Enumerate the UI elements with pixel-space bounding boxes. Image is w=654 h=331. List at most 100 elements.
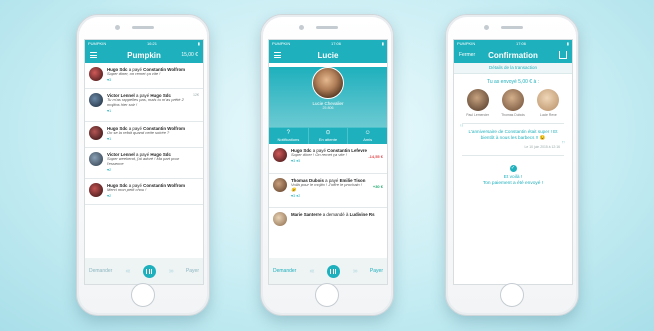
avatar — [89, 126, 103, 140]
payment-message: Merci mon petit chou ! — [107, 187, 147, 193]
sent-amount: Tu as envoyé 5,00 € à : — [486, 79, 540, 85]
balance-label[interactable]: 15,00 € — [181, 52, 198, 58]
feed-item[interactable]: Victor Lennel a payé Hugo Sdc Tu m'as ra… — [85, 89, 203, 122]
menu-icon[interactable] — [274, 52, 281, 58]
quote-text: L'anniversaire de Constantin était super… — [468, 129, 558, 140]
status-time: 17:06 — [516, 41, 527, 46]
feed-item[interactable]: Hugo Sdc a payé Constantin Wolfrom Super… — [85, 63, 203, 89]
success-line-2: Ton paiement a été envoyé ! — [482, 181, 544, 186]
payment-quote: “ L'anniversaire de Constantin était sup… — [460, 124, 565, 151]
like-count[interactable]: ♥2 — [107, 168, 189, 172]
chevron-right-icon: ››› — [352, 267, 358, 275]
recipient-name: Thomas Dubois — [501, 113, 525, 117]
like-comment-count[interactable]: ♥3 ●2 — [291, 194, 367, 198]
battery-icon: ▮ — [381, 41, 384, 46]
like-count[interactable]: ♥2 — [107, 194, 189, 198]
profile-title: Lucie — [317, 50, 339, 60]
speaker — [132, 26, 154, 29]
status-bar: PUMPKIN 16:21 ▮ — [85, 40, 203, 47]
amount-positive: +30 € — [372, 184, 383, 189]
menu-icon[interactable] — [90, 52, 97, 58]
camera — [299, 25, 304, 30]
slider-handle[interactable] — [142, 264, 156, 278]
speaker — [501, 26, 523, 29]
payment-message: Tu m'as rappelles pas, mais tu m'as prêt… — [107, 97, 184, 107]
feed-item[interactable]: Marie Santerre a demandé à Ludivine Rs — [269, 208, 387, 234]
profile-tabs: ? Notifications ⊙ En attente ☺ Amis — [269, 127, 387, 144]
friends-icon: ☺ — [364, 130, 371, 136]
battery-icon: ▮ — [566, 41, 569, 46]
feed-item[interactable]: Thomas Dubois a payé Emilie Tison Voilà … — [269, 174, 387, 208]
payment-message: On se la refait quand cette soirée ? — [107, 130, 170, 136]
like-comment-count[interactable]: ♥3 ●5 — [291, 159, 367, 163]
carrier-label: PUMPKIN — [457, 41, 476, 46]
request-button[interactable]: Demander — [89, 268, 112, 274]
home-button[interactable] — [500, 283, 524, 307]
tab-notifications[interactable]: ? Notifications — [269, 128, 309, 144]
notifications-icon: ? — [286, 130, 290, 136]
recipient-avatar — [501, 89, 524, 111]
feed-item[interactable]: Hugo Sdc a payé Constantin Wolfrom Merci… — [85, 179, 203, 205]
nav-bar: Pumpkin 15,00 € — [85, 47, 203, 63]
transaction-details-header: Détails de la transaction — [454, 63, 572, 74]
status-bar: PUMPKIN 17:06 ▮ — [269, 40, 387, 47]
close-button[interactable]: Fermer — [459, 52, 475, 58]
like-count[interactable]: ♥3 — [107, 78, 189, 82]
feed-item[interactable]: Victor Lennel a payé Hugo Sdc Super week… — [85, 148, 203, 179]
pay-button[interactable]: Payer — [370, 268, 383, 274]
home-button[interactable] — [131, 283, 155, 307]
status-bar: PUMPKIN 17:06 ▮ — [454, 40, 572, 47]
recipient[interactable]: Lucie Reve — [534, 89, 562, 117]
tab-label: Notifications — [277, 137, 300, 142]
tab-pending[interactable]: ⊙ En attente — [309, 128, 349, 144]
tab-friends[interactable]: ☺ Amis — [348, 128, 387, 144]
payment-message: Super diner, on remet ça vite ! — [107, 71, 161, 77]
action-verb: a demandé à — [322, 212, 349, 217]
recipients-list: Paul Lemercier Thomas Dubois Lucie Reve — [454, 89, 572, 117]
profile-photo[interactable] — [312, 67, 344, 99]
avatar — [89, 93, 103, 107]
pending-icon: ⊙ — [325, 130, 331, 136]
recipient[interactable]: Thomas Dubois — [499, 89, 527, 117]
payment-message: Voilà pour le mojito ! J'offre le procha… — [291, 182, 362, 192]
quote-close-icon: ” — [561, 140, 565, 151]
avatar — [89, 152, 103, 166]
battery-icon: ▮ — [197, 41, 200, 46]
nav-bar: Lucie — [269, 47, 387, 63]
pay-request-bar: Demander ‹‹‹ ››› Payer — [85, 258, 203, 284]
side-value: 12€ — [193, 93, 199, 97]
like-count[interactable]: ♥1 — [107, 109, 189, 113]
profile-subtitle: 25 806 — [322, 106, 334, 110]
chevron-left-icon: ‹‹‹ — [309, 267, 315, 275]
requestee-name: Ludivine Rs — [349, 212, 375, 217]
feed-item[interactable]: Hugo Sdc a payé Constantin Wolfrom On se… — [85, 122, 203, 148]
like-count[interactable]: ♥1 — [107, 137, 189, 141]
divider — [462, 155, 564, 156]
nav-bar: Fermer Confirmation — [454, 47, 572, 63]
tab-label: En attente — [318, 137, 338, 142]
recipient[interactable]: Paul Lemercier — [464, 89, 492, 117]
recipient-avatar — [466, 89, 489, 111]
screen-feed: PUMPKIN 16:21 ▮ Pumpkin 15,00 € Hugo Sdc… — [84, 39, 204, 285]
share-icon[interactable] — [559, 51, 567, 59]
check-icon: ✓ — [509, 165, 517, 172]
home-button[interactable] — [315, 283, 339, 307]
payee-name: Constantin Wolfrom — [143, 183, 186, 188]
phone-confirmation: PUMPKIN 17:06 ▮ Fermer Confirmation Déta… — [445, 14, 579, 316]
chevron-left-icon: ‹‹‹ — [125, 267, 131, 275]
carrier-label: PUMPKIN — [272, 41, 291, 46]
feed-item[interactable]: Hugo Sdc a payé Constantin Lefevre Super… — [269, 144, 387, 174]
requester-name: Marie Santerre — [291, 212, 322, 217]
screen-profile: PUMPKIN 17:06 ▮ Lucie Lucie Chevalier 25… — [268, 39, 388, 285]
pay-button[interactable]: Payer — [186, 268, 199, 274]
amount-negative: -14,55 € — [368, 154, 383, 159]
status-time: 16:21 — [147, 41, 158, 46]
avatar — [89, 67, 103, 81]
pay-request-bar: Demander ‹‹‹ ››› Payer — [269, 258, 387, 284]
carrier-label: PUMPKIN — [88, 41, 107, 46]
avatar — [273, 148, 287, 162]
request-button[interactable]: Demander — [273, 268, 296, 274]
chevron-right-icon: ››› — [168, 267, 174, 275]
slider-handle[interactable] — [326, 264, 340, 278]
phone-profile: PUMPKIN 17:06 ▮ Lucie Lucie Chevalier 25… — [260, 14, 394, 316]
